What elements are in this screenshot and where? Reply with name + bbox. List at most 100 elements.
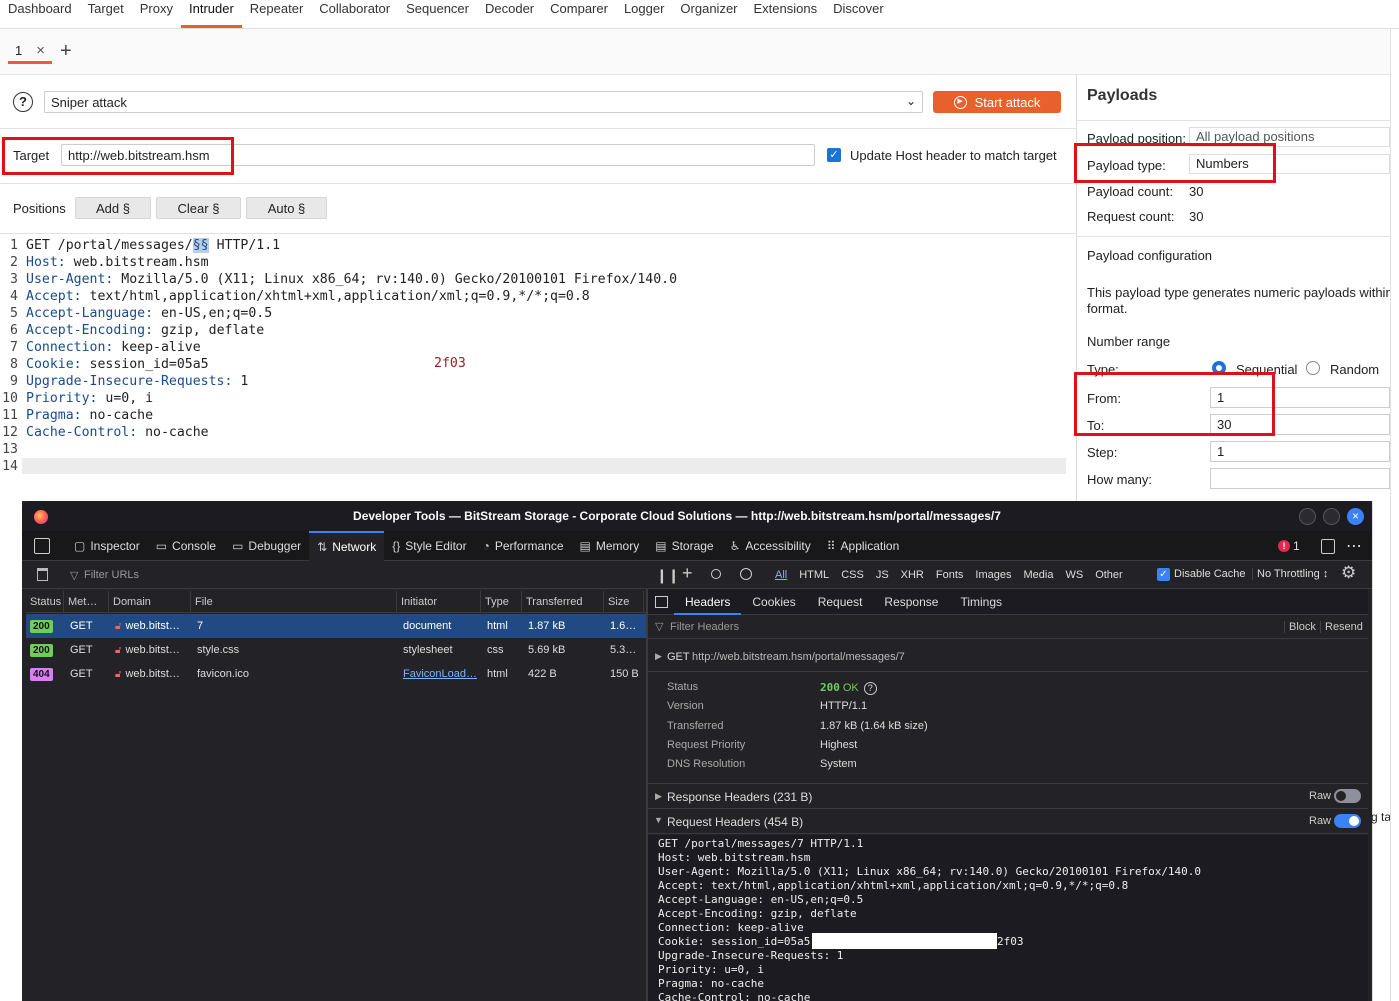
column-header-file[interactable]: File bbox=[191, 591, 397, 613]
filter-headers-input[interactable]: Filter Headers bbox=[670, 621, 739, 633]
devtools-tab-memory[interactable]: ▤ Memory bbox=[572, 531, 648, 561]
devtools-tab-label: Style Editor bbox=[405, 539, 467, 553]
column-header-initiator[interactable]: Initiator bbox=[397, 591, 481, 613]
nav-tab-proxy[interactable]: Proxy bbox=[132, 0, 181, 28]
detail-tab-response[interactable]: Response bbox=[873, 589, 949, 615]
request-row[interactable]: 200 GET 🔓︎ web.bitst… 7 document html 1.87 kB 1.… bbox=[26, 614, 646, 638]
type-filter-media[interactable]: Media bbox=[1017, 561, 1059, 589]
update-host-checkbox[interactable]: ✓ bbox=[827, 148, 841, 162]
nav-tab-intruder[interactable]: Intruder bbox=[180, 0, 242, 28]
nav-tab-repeater[interactable]: Repeater bbox=[242, 0, 311, 28]
nav-tab-target[interactable]: Target bbox=[80, 0, 132, 28]
devtools-tab-console[interactable]: ▭ Console bbox=[148, 531, 224, 561]
type-filter-xhr[interactable]: XHR bbox=[895, 561, 930, 589]
detail-tab-headers[interactable]: Headers bbox=[674, 589, 742, 615]
maximize-button[interactable] bbox=[1323, 508, 1340, 525]
type-filter-ws[interactable]: WS bbox=[1059, 561, 1089, 589]
tab-1[interactable]: 1 × bbox=[8, 40, 52, 64]
element-picker-icon[interactable] bbox=[34, 538, 50, 554]
payload-marker[interactable]: §§ bbox=[192, 238, 209, 253]
type-filter-html[interactable]: HTML bbox=[793, 561, 835, 589]
memory-icon: ▤ bbox=[579, 539, 591, 553]
devtools-tab-accessibility[interactable]: ♿ Accessibility bbox=[722, 531, 819, 561]
help-circle-icon[interactable]: ? bbox=[863, 682, 877, 695]
column-header-domain[interactable]: Domain bbox=[109, 591, 191, 613]
how-many-input[interactable] bbox=[1210, 468, 1390, 489]
raw-toggle-off[interactable] bbox=[1334, 789, 1361, 803]
disable-cache-checkbox[interactable]: ✓ bbox=[1157, 568, 1170, 581]
nav-tab-comparer[interactable]: Comparer bbox=[542, 0, 616, 28]
column-header-met[interactable]: Met… bbox=[64, 591, 109, 613]
nav-tab-decoder[interactable]: Decoder bbox=[477, 0, 542, 28]
block-button[interactable]: Block bbox=[1284, 621, 1316, 633]
type-filter-fonts[interactable]: Fonts bbox=[930, 561, 970, 589]
devtools-tab-style-editor[interactable]: {} Style Editor bbox=[384, 531, 474, 561]
type-filter-images[interactable]: Images bbox=[969, 561, 1017, 589]
random-radio[interactable] bbox=[1306, 361, 1320, 375]
pause-icon[interactable]: ❙❙ bbox=[656, 567, 679, 584]
header-value: gzip, deflate bbox=[153, 323, 265, 338]
add-tab-button[interactable]: + bbox=[60, 40, 72, 62]
type-filter-all[interactable]: All bbox=[769, 561, 793, 589]
close-icon[interactable]: × bbox=[36, 42, 45, 59]
add-marker-button[interactable]: Add § bbox=[75, 197, 151, 219]
detail-tab-cookies[interactable]: Cookies bbox=[741, 589, 806, 615]
type-filter-css[interactable]: CSS bbox=[835, 561, 870, 589]
trash-icon[interactable] bbox=[37, 568, 48, 581]
cell-text[interactable]: FaviconLoad… bbox=[403, 668, 477, 680]
auto-markers-button[interactable]: Auto § bbox=[246, 197, 327, 219]
devtools-tab-inspector[interactable]: ▢ Inspector bbox=[66, 531, 148, 561]
error-count[interactable]: 1 bbox=[1293, 539, 1300, 553]
header-value: web.bitstream.hsm bbox=[65, 255, 209, 270]
expand-arrow-icon[interactable]: ▶ bbox=[655, 651, 662, 662]
nav-tab-organizer[interactable]: Organizer bbox=[672, 0, 745, 28]
block-icon[interactable] bbox=[740, 568, 752, 580]
main-nav: Dashboard Target Proxy Intruder Repeater Coll… bbox=[0, 0, 1399, 29]
devtools-tab-application[interactable]: ⠿ Application bbox=[819, 531, 908, 561]
close-window-button[interactable]: × bbox=[1347, 508, 1364, 525]
nav-tab-discover[interactable]: Discover bbox=[825, 0, 892, 28]
clear-markers-button[interactable]: Clear § bbox=[156, 197, 241, 219]
start-attack-button[interactable]: ▶ Start attack bbox=[933, 91, 1061, 113]
type-filter-other[interactable]: Other bbox=[1089, 561, 1129, 589]
request-row[interactable]: 404 GET 🔓︎ web.bitst… favicon.ico FaviconLoad… bbox=[26, 662, 646, 686]
step-input[interactable]: 1 bbox=[1210, 441, 1390, 462]
filter-urls-input[interactable]: Filter URLs bbox=[84, 569, 644, 581]
plus-icon[interactable]: + bbox=[682, 563, 693, 584]
more-menu-icon[interactable]: ⋯ bbox=[1346, 536, 1363, 556]
minimize-button[interactable] bbox=[1299, 508, 1316, 525]
detail-tab-request[interactable]: Request bbox=[807, 589, 874, 615]
devtools-tab-network[interactable]: ⇅ Network bbox=[309, 531, 385, 561]
nav-tab-sequencer[interactable]: Sequencer bbox=[398, 0, 477, 28]
column-header-transferred[interactable]: Transferred bbox=[522, 591, 604, 613]
settings-gear-icon[interactable]: ⚙ bbox=[1341, 563, 1356, 583]
detail-tab-timings[interactable]: Timings bbox=[949, 589, 1013, 615]
request-editor[interactable]: 1 GET /portal/messages/§§ HTTP/1.1 2 Host: … bbox=[0, 237, 1070, 475]
type-filter-js[interactable]: JS bbox=[870, 561, 895, 589]
devtools-tab-storage[interactable]: ▤ Storage bbox=[647, 531, 721, 561]
search-icon[interactable] bbox=[711, 569, 721, 579]
nav-tab-extensions[interactable]: Extensions bbox=[746, 0, 826, 28]
throttling-select[interactable]: No Throttling ↕ bbox=[1252, 568, 1328, 580]
raw-toggle-on[interactable] bbox=[1334, 814, 1361, 828]
nav-tab-logger[interactable]: Logger bbox=[616, 0, 672, 28]
column-header-status[interactable]: Status bbox=[26, 591, 64, 613]
request-row[interactable]: 200 GET 🔓︎ web.bitst… style.css stylesheet css… bbox=[26, 638, 646, 662]
panel-toggle-icon[interactable] bbox=[655, 596, 668, 608]
resend-button[interactable]: Resend bbox=[1320, 621, 1363, 633]
nav-tab-collaborator[interactable]: Collaborator bbox=[311, 0, 398, 28]
editor-line: 6 Accept-Encoding: gzip, deflate bbox=[0, 322, 1070, 339]
help-icon[interactable]: ? bbox=[13, 92, 33, 112]
column-header-size[interactable]: Size bbox=[604, 591, 644, 613]
devtools-tab-performance[interactable]: ◔ Performance bbox=[475, 531, 572, 561]
dock-icon[interactable] bbox=[1321, 539, 1335, 554]
nav-tab-dashboard[interactable]: Dashboard bbox=[0, 0, 80, 28]
column-header-type[interactable]: Type bbox=[481, 591, 522, 613]
expand-arrow-icon[interactable]: ▶ bbox=[655, 791, 662, 802]
attack-type-select[interactable]: Sniper attack ⌄ bbox=[44, 91, 923, 113]
devtools-tab-debugger[interactable]: ▭ Debugger bbox=[224, 531, 309, 561]
attack-type-value: Sniper attack bbox=[51, 94, 127, 110]
divider bbox=[0, 128, 1076, 129]
collapse-arrow-icon[interactable]: ▼ bbox=[654, 815, 663, 825]
summary-value: Highest bbox=[820, 739, 857, 751]
